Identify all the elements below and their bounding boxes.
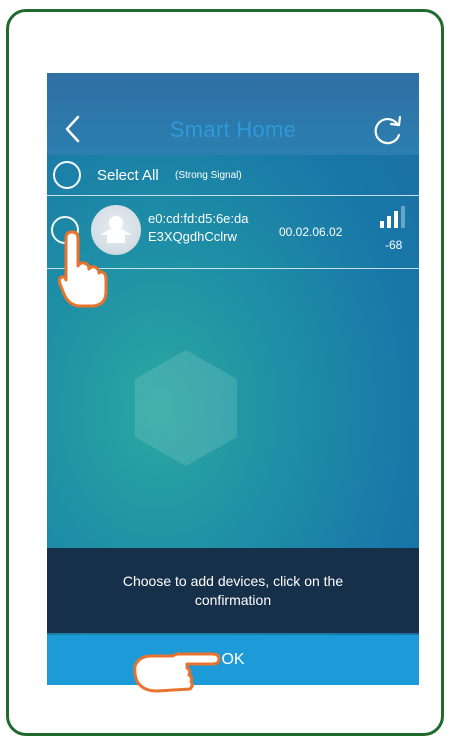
ok-label: OK xyxy=(221,651,245,668)
phone-screen: Smart Home Select All (Strong Signal) e0… xyxy=(47,73,419,685)
ok-button[interactable]: OK xyxy=(47,635,419,685)
background-hexagon xyxy=(135,350,237,466)
device-name: E3XQgdhCclrw xyxy=(148,229,237,244)
pointer-hand-icon xyxy=(57,230,108,308)
page-title: Smart Home xyxy=(169,117,297,142)
select-all-label: Select All xyxy=(97,167,159,184)
refresh-icon[interactable] xyxy=(369,113,405,149)
device-mac: e0:cd:fd:d5:6e:da xyxy=(148,211,249,226)
hint-text: Choose to add devices, click on the conf… xyxy=(122,572,344,608)
device-version: 00.02.06.02 xyxy=(279,225,343,239)
select-all-sublabel: (Strong Signal) xyxy=(175,170,242,181)
signal-strength-icon xyxy=(380,206,405,228)
hint-bar: Choose to add devices, click on the conf… xyxy=(47,548,419,633)
pointer-hand-ok-icon xyxy=(133,652,221,693)
device-rssi: -68 xyxy=(385,238,403,252)
select-all-radio[interactable] xyxy=(53,161,81,189)
